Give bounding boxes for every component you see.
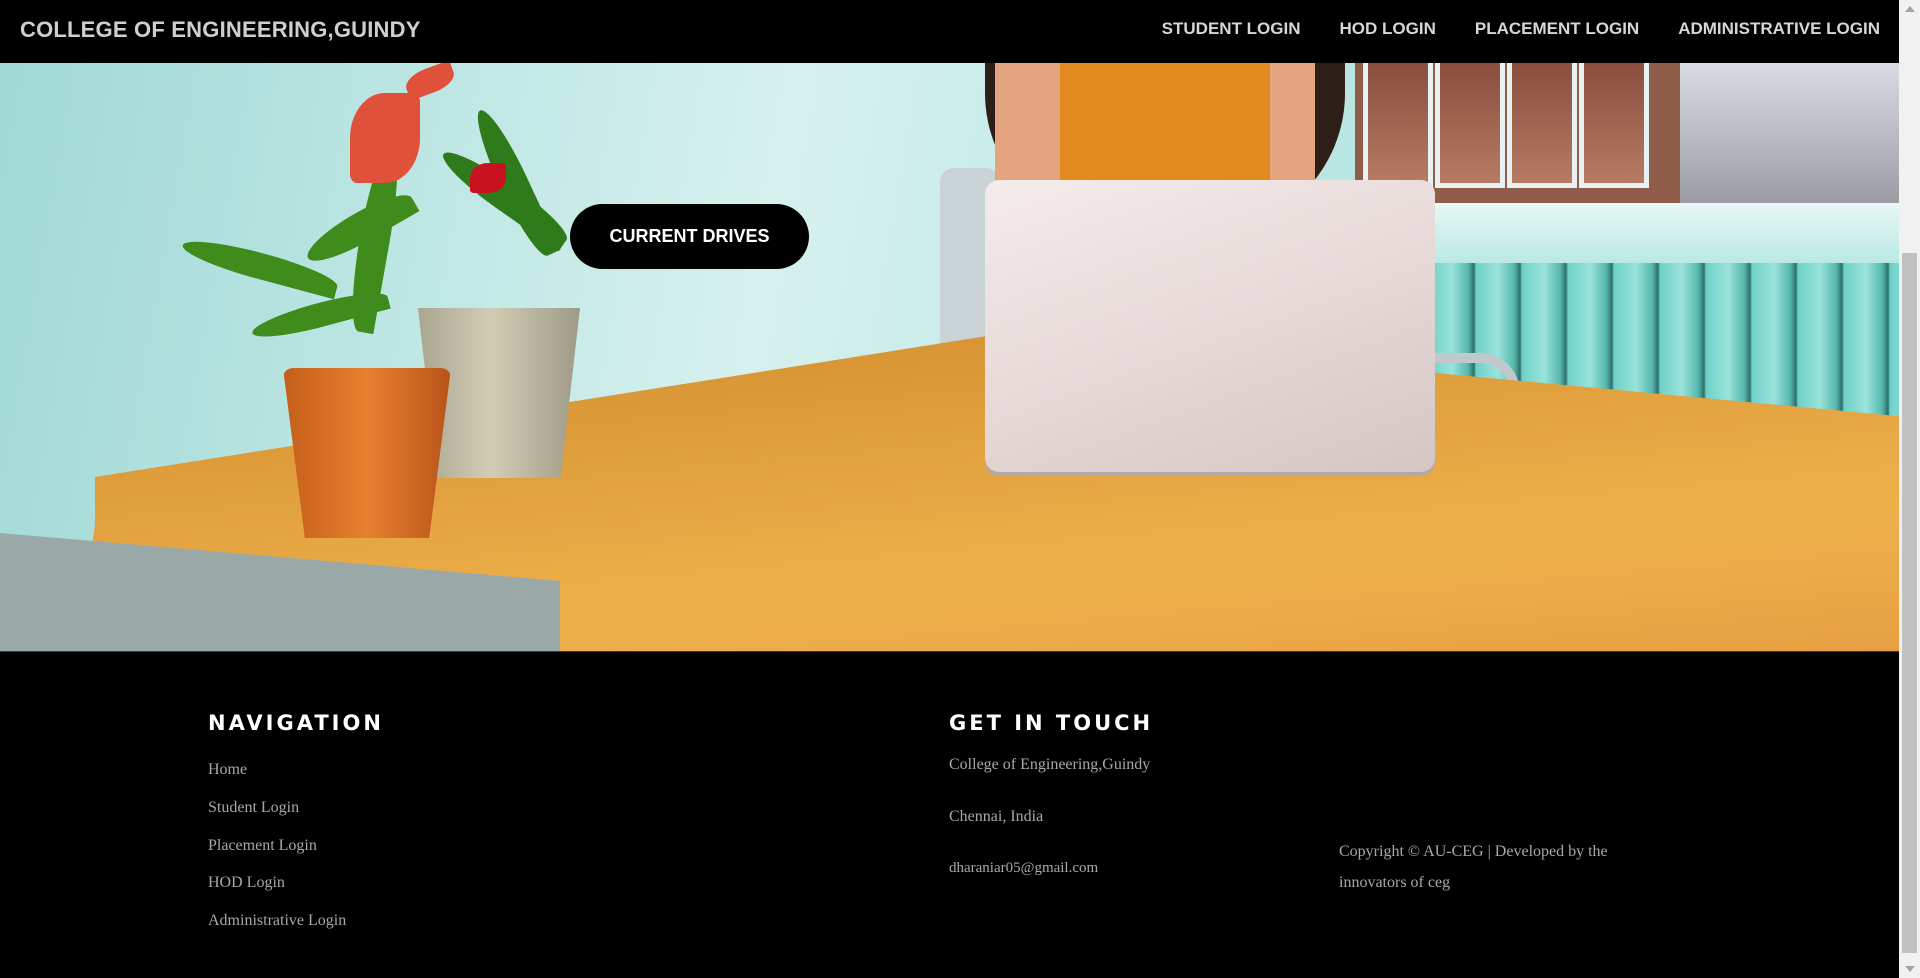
nav-placement-login[interactable]: PLACEMENT LOGIN <box>1475 19 1639 39</box>
city-building <box>1680 63 1899 208</box>
vertical-scrollbar[interactable] <box>1899 0 1920 978</box>
footer-link-administrative-login[interactable]: Administrative Login <box>208 912 346 930</box>
current-drives-button[interactable]: CURRENT DRIVES <box>570 204 809 269</box>
page: COLLEGE OF ENGINEERING,GUINDY STUDENT LO… <box>0 0 1899 978</box>
window-pane <box>1363 63 1433 188</box>
nav-administrative-login[interactable]: ADMINISTRATIVE LOGIN <box>1678 19 1880 39</box>
footer-link-home[interactable]: Home <box>208 761 247 779</box>
nav-hod-login[interactable]: HOD LOGIN <box>1340 19 1436 39</box>
anthurium-flower <box>470 163 506 193</box>
scroll-down-arrow-icon[interactable] <box>1905 966 1915 972</box>
contact-college: College of Engineering,Guindy <box>949 756 1151 773</box>
footer-link-placement-login[interactable]: Placement Login <box>208 837 317 855</box>
top-navbar: COLLEGE OF ENGINEERING,GUINDY STUDENT LO… <box>0 0 1899 63</box>
window-sill <box>1425 203 1899 263</box>
scrollbar-thumb[interactable] <box>1902 253 1917 953</box>
window-pane <box>1507 63 1577 188</box>
nav-student-login[interactable]: STUDENT LOGIN <box>1162 19 1301 39</box>
main-nav: STUDENT LOGIN HOD LOGIN PLACEMENT LOGIN … <box>1162 19 1880 39</box>
copyright-text: Copyright © AU-CEG | Developed by the in… <box>1339 843 1608 891</box>
site-title[interactable]: COLLEGE OF ENGINEERING,GUINDY <box>20 17 421 43</box>
footer-navigation-heading: NAVIGATION <box>208 711 384 735</box>
footer: NAVIGATION Home Student Login Placement … <box>0 651 1899 978</box>
bromeliad-flower <box>350 93 420 183</box>
laptop <box>985 180 1435 472</box>
window-pane <box>1579 63 1649 188</box>
footer-link-student-login[interactable]: Student Login <box>208 799 299 817</box>
contact-location: Chennai, India <box>949 808 1044 825</box>
contact-email[interactable]: dharaniar05@gmail.com <box>949 860 1098 877</box>
window-pane <box>1435 63 1505 188</box>
scroll-up-arrow-icon[interactable] <box>1905 6 1915 12</box>
hero-image: CURRENT DRIVES <box>0 63 1899 651</box>
footer-contact-heading: GET IN TOUCH <box>949 711 1154 735</box>
footer-link-hod-login[interactable]: HOD Login <box>208 874 285 892</box>
plant-pot-terracotta <box>283 368 451 538</box>
